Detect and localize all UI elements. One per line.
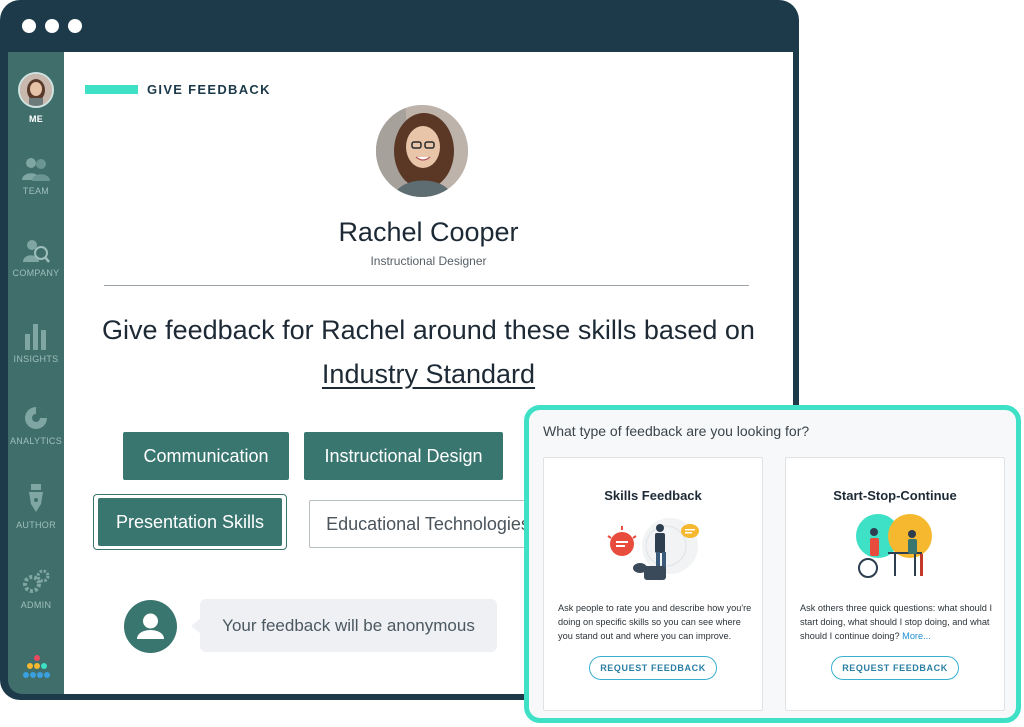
skills-feedback-card[interactable]: Skills Feedback Ask people to rate you a…: [543, 457, 763, 711]
skill-chip-educational-technologies[interactable]: Educational Technologies: [309, 500, 547, 548]
start-stop-continue-illustration: [856, 514, 932, 578]
pie-chart-icon: [25, 407, 47, 429]
sidebar-item-team[interactable]: TEAM: [8, 156, 64, 196]
card-title: Start-Stop-Continue: [833, 488, 957, 503]
avatar: [18, 72, 54, 108]
sidebar-item-label: ME: [28, 114, 44, 124]
skills-feedback-illustration: [607, 518, 699, 580]
headline-text: Give feedback for Rachel around these sk…: [102, 315, 755, 345]
section-accent-bar: [85, 85, 138, 94]
window-controls: [22, 19, 82, 33]
panel-question: What type of feedback are you looking fo…: [543, 423, 810, 439]
sidebar-item-label: INSIGHTS: [13, 354, 59, 364]
window-dot[interactable]: [22, 19, 36, 33]
card-description: Ask people to rate you and describe how …: [558, 603, 752, 641]
sidebar-item-label: AUTHOR: [16, 520, 56, 530]
more-link[interactable]: More...: [902, 631, 931, 641]
anonymous-notice: Your feedback will be anonymous: [200, 599, 497, 652]
app-dots-logo: [23, 655, 50, 678]
sidebar-item-insights[interactable]: INSIGHTS: [8, 320, 64, 364]
page-title: GIVE FEEDBACK: [147, 82, 271, 97]
skill-chip-communication[interactable]: Communication: [123, 432, 289, 480]
sidebar-item-author[interactable]: AUTHOR: [8, 482, 64, 530]
sidebar-item-label: TEAM: [22, 186, 50, 196]
team-icon: [22, 158, 50, 181]
feedback-type-panel: What type of feedback are you looking fo…: [524, 405, 1021, 723]
sidebar-item-label: ANALYTICS: [9, 436, 63, 446]
sidebar-item-label: COMPANY: [12, 268, 60, 278]
request-feedback-button[interactable]: REQUEST FEEDBACK: [589, 656, 717, 680]
sidebar-item-me[interactable]: ME: [8, 72, 64, 124]
bar-chart-icon: [25, 324, 46, 350]
divider: [104, 285, 749, 286]
window-dot[interactable]: [45, 19, 59, 33]
profile-role: Instructional Designer: [370, 254, 487, 268]
feedback-headline: Give feedback for Rachel around these sk…: [74, 308, 783, 396]
anonymous-user-icon: [124, 600, 177, 653]
profile-name: Rachel Cooper: [338, 217, 519, 247]
card-description-text: Ask others three quick questions: what s…: [800, 603, 993, 641]
sidebar-item-company[interactable]: COMPANY: [8, 238, 64, 278]
sidebar-item-label: ADMIN: [20, 600, 52, 610]
window-dot[interactable]: [68, 19, 82, 33]
card-title: Skills Feedback: [604, 488, 702, 503]
gears-icon: [23, 569, 50, 593]
industry-standard-link[interactable]: Industry Standard: [322, 359, 535, 389]
sidebar: ME TEAM COMPANY INSIGHTS ANALYTICS AUTHO…: [8, 52, 64, 694]
card-description: Ask others three quick questions: what s…: [800, 601, 994, 643]
company-search-icon: [23, 240, 50, 263]
skill-chip-instructional-design[interactable]: Instructional Design: [304, 432, 503, 480]
sidebar-item-analytics[interactable]: ANALYTICS: [8, 404, 64, 446]
skill-chip-presentation-skills[interactable]: Presentation Skills: [98, 498, 282, 546]
profile-avatar: [376, 105, 468, 197]
sidebar-item-admin[interactable]: ADMIN: [8, 568, 64, 610]
start-stop-continue-card[interactable]: Start-Stop-Continue Ask others three qui…: [785, 457, 1005, 711]
pen-nib-icon: [29, 484, 43, 512]
request-feedback-button[interactable]: REQUEST FEEDBACK: [831, 656, 959, 680]
